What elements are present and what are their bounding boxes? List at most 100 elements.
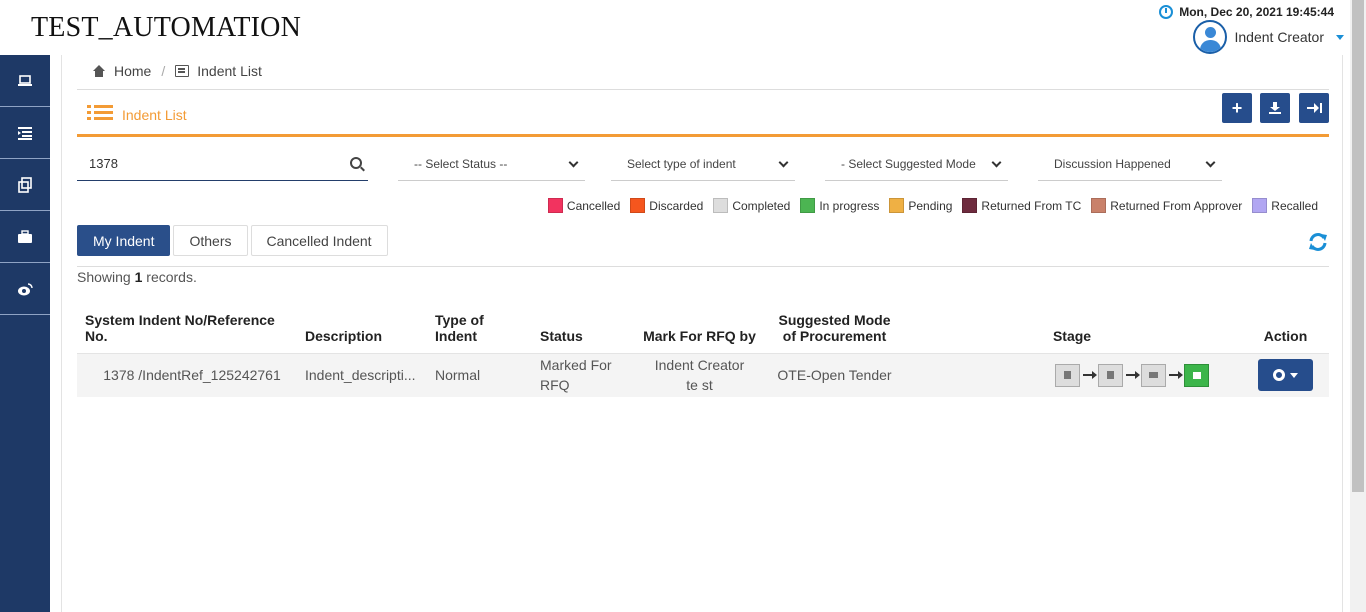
gear-icon [1273,369,1285,382]
sidebar-item-indent[interactable] [0,107,50,159]
cell-action [1242,353,1329,397]
sidebar-item-documents[interactable] [0,159,50,211]
upload-icon [1098,363,1123,387]
breadcrumb-home[interactable]: Home [114,63,151,79]
indent-type-select-value: Select type of indent [627,156,736,171]
divider [77,89,1329,90]
scrollbar-thumb[interactable] [1352,0,1364,492]
list-icon [87,105,113,125]
arrow-right-icon [1083,371,1097,380]
cell-stage [902,353,1242,397]
app-root: TEST_AUTOMATION Mon, Dec 20, 2021 19:45:… [0,0,1366,612]
col-header-stage: Stage [902,303,1242,354]
add-indent-button[interactable]: + [1222,93,1252,123]
cell-rfq-by: Indent Creator te st [632,353,767,397]
datetime-text: Mon, Dec 20, 2021 19:45:44 [1179,5,1334,19]
cell-mode: OTE-Open Tender [767,353,902,397]
plus-icon: + [1231,97,1243,118]
chevron-down-icon [568,157,579,168]
list-icon [18,126,32,140]
page-header: Indent List + [77,93,1329,137]
sidebar [0,55,50,612]
avatar[interactable] [1192,20,1227,54]
copy-icon [18,176,32,193]
stage-progress [910,363,1234,387]
user-name[interactable]: Indent Creator [1235,29,1325,45]
records-count: Showing 1 records. [77,269,197,285]
col-header-ref[interactable]: System Indent No/Reference No. [77,303,297,354]
indent-type-select[interactable]: Select type of indent [611,147,795,181]
list-box-icon [175,65,190,77]
briefcase-icon [18,229,32,243]
filter-bar: -- Select Status -- Select type of inden… [77,147,1329,187]
sidebar-item-briefcase[interactable] [0,211,50,263]
sidebar-item-social[interactable] [0,263,50,315]
tab-others[interactable]: Others [173,225,248,256]
arrow-right-icon [1126,371,1140,380]
action-menu-button[interactable] [1258,359,1313,392]
search-field[interactable] [77,147,368,181]
col-header-rfq-by[interactable]: Mark For RFQ by [632,303,767,354]
legend-discarded: Discarded [630,198,703,213]
discussion-select[interactable]: Discussion Happened [1038,147,1222,181]
col-header-mode[interactable]: Suggested Mode of Procurement [767,303,902,354]
chevron-down-icon [991,157,1002,168]
app-title: TEST_AUTOMATION [31,12,302,43]
datetime-display: Mon, Dec 20, 2021 19:45:44 [1159,5,1334,19]
download-button[interactable] [1260,93,1290,123]
arrow-right-icon [1169,371,1183,380]
legend-pending: Pending [889,198,952,213]
sidebar-item-dashboard[interactable] [0,55,50,107]
divider [77,266,1329,267]
home-icon[interactable] [92,65,106,77]
document-icon [1055,363,1080,387]
search-icon[interactable] [350,157,362,169]
table-row: 1378 /IndentRef_125242761 Indent_descrip… [77,353,1329,397]
status-select-value: -- Select Status -- [414,156,508,171]
legend-returned-from-approver: Returned From Approver [1091,198,1242,213]
tab-cancelled-indent[interactable]: Cancelled Indent [250,225,388,256]
chevron-down-icon [778,157,789,168]
discussion-select-value: Discussion Happened [1054,156,1171,171]
download-icon [1269,102,1281,114]
indent-tabs: My Indent Others Cancelled Indent [77,225,388,256]
col-header-type[interactable]: Type of Indent [427,303,532,354]
legend-recalled: Recalled [1252,198,1318,213]
chevron-down-icon [1290,372,1298,378]
tab-my-indent[interactable]: My Indent [77,225,171,256]
search-input[interactable] [77,147,337,179]
legend-in-progress: In progress [800,198,879,213]
legend-completed: Completed [713,198,790,213]
col-header-description[interactable]: Description [297,303,427,354]
legend-cancelled: Cancelled [547,198,620,213]
exit-button[interactable] [1299,93,1329,123]
laptop-icon [18,74,32,86]
breadcrumb-current: Indent List [197,63,262,79]
col-header-action: Action [1242,303,1329,354]
envelope-icon [1141,363,1166,387]
status-legend: Cancelled Discarded Completed In progres… [547,198,1318,213]
cell-status: Marked For RFQ [532,353,632,397]
breadcrumb-separator: / [161,63,166,79]
user-menu[interactable]: Indent Creator [1192,20,1344,54]
procurement-mode-select[interactable]: - Select Suggested Mode of Procurement - [825,147,1008,181]
check-icon [1184,363,1209,387]
legend-returned-from-tc: Returned From TC [962,198,1081,213]
cell-description: Indent_descripti... [297,353,427,397]
chevron-down-icon[interactable] [1336,34,1344,40]
chevron-down-icon [1205,157,1216,168]
page-title: Indent List [122,107,187,123]
status-select[interactable]: -- Select Status -- [398,147,585,181]
refresh-icon[interactable] [1307,231,1329,253]
cell-ref: 1378 /IndentRef_125242761 [77,353,297,397]
weibo-icon [18,282,33,295]
cell-type: Normal [427,353,532,397]
indent-table: System Indent No/Reference No. Descripti… [77,303,1329,397]
col-header-status[interactable]: Status [532,303,632,354]
table-header-row: System Indent No/Reference No. Descripti… [77,303,1329,354]
procurement-mode-select-value: - Select Suggested Mode of Procurement - [841,156,979,171]
breadcrumb: Home / Indent List [92,63,262,79]
page-scrollbar[interactable] [1350,0,1366,612]
main-content: Home / Indent List Indent List + -- Sele… [61,55,1343,612]
clock-icon [1159,5,1174,19]
